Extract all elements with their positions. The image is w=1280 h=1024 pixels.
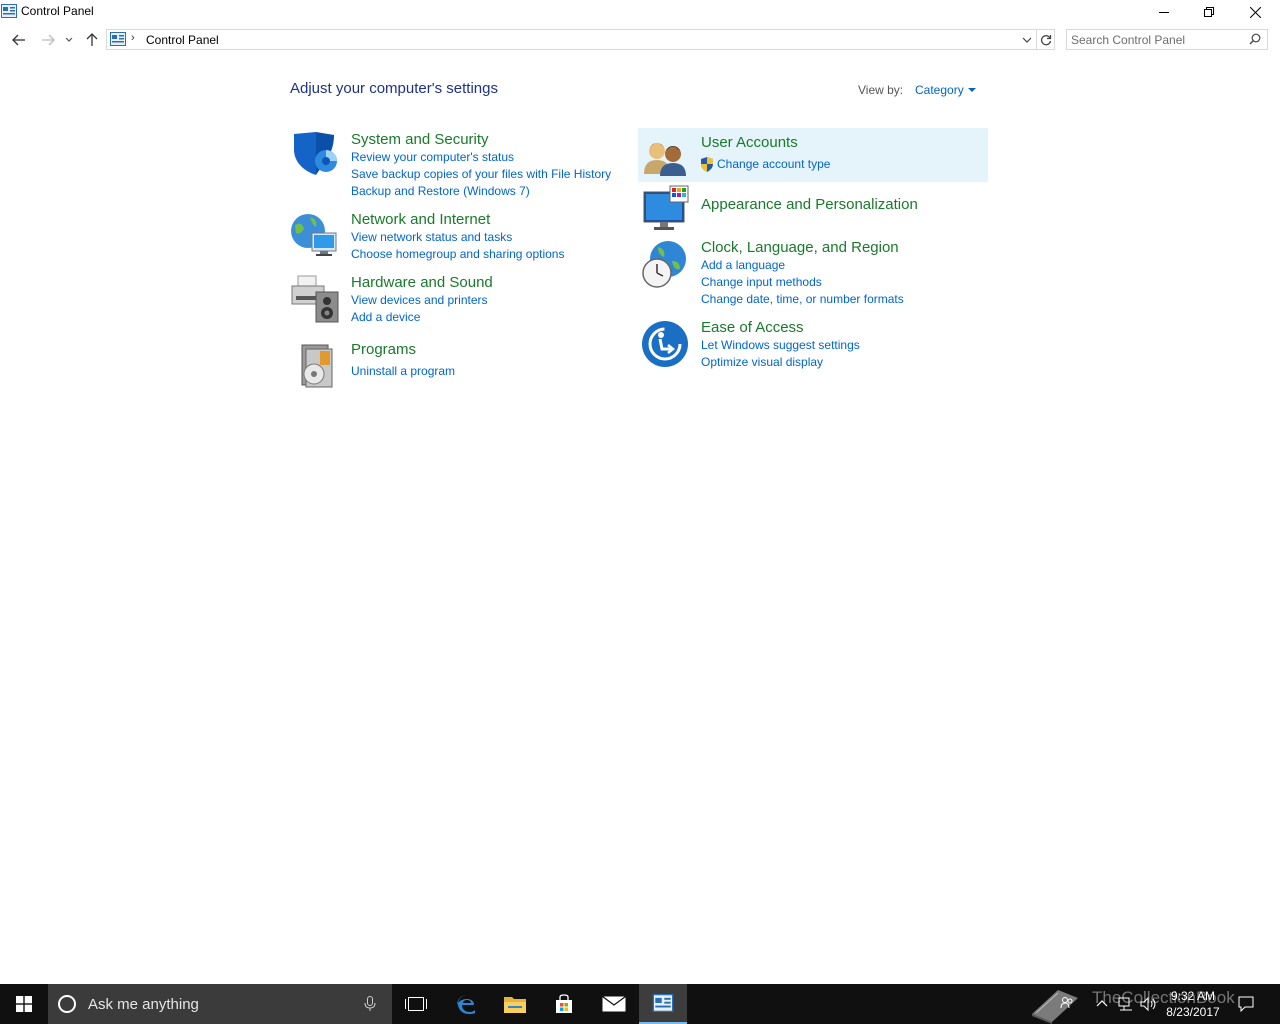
- taskbar: Ask me anything TheCollectionBook 9:32 A…: [0, 984, 1280, 1024]
- category-title[interactable]: Network and Internet: [351, 211, 490, 228]
- cortana-icon: [58, 995, 76, 1013]
- arrow-left-icon: [12, 34, 25, 46]
- ease-of-access-icon[interactable]: [640, 319, 690, 369]
- control-panel-icon: [652, 994, 674, 1012]
- close-button[interactable]: [1232, 0, 1278, 24]
- printer-speaker-icon[interactable]: [290, 274, 340, 324]
- category-title[interactable]: Clock, Language, and Region: [701, 239, 899, 256]
- arrow-right-icon: [42, 34, 55, 46]
- link-add-device[interactable]: Add a device: [351, 309, 488, 326]
- back-button[interactable]: [9, 30, 29, 50]
- forward-button[interactable]: [38, 30, 58, 50]
- link-optimize-visual[interactable]: Optimize visual display: [701, 354, 860, 371]
- restore-button[interactable]: [1186, 0, 1232, 24]
- task-view-icon: [405, 997, 427, 1011]
- link-devices-printers[interactable]: View devices and printers: [351, 292, 488, 309]
- category-title[interactable]: Appearance and Personalization: [701, 196, 918, 213]
- link-add-language[interactable]: Add a language: [701, 257, 904, 274]
- close-icon: [1249, 6, 1261, 18]
- volume-icon[interactable]: [1140, 996, 1158, 1012]
- network-globe-icon[interactable]: [290, 211, 340, 261]
- people-icon[interactable]: [1060, 996, 1074, 1010]
- clock-date: 8/23/2017: [1166, 1005, 1220, 1019]
- title-bar: Control Panel: [0, 0, 1280, 24]
- edge-icon: [457, 995, 475, 1014]
- file-explorer-button[interactable]: [491, 984, 539, 1024]
- link-suggest-settings[interactable]: Let Windows suggest settings: [701, 337, 860, 354]
- search-box[interactable]: [1066, 29, 1268, 50]
- cortana-search-box[interactable]: Ask me anything: [48, 984, 392, 1024]
- link-homegroup[interactable]: Choose homegroup and sharing options: [351, 246, 564, 263]
- category-title[interactable]: System and Security: [351, 131, 489, 148]
- search-icon[interactable]: [1249, 33, 1261, 45]
- refresh-button[interactable]: [1037, 29, 1055, 50]
- arrow-up-icon: [86, 33, 98, 46]
- uac-shield-icon: [701, 157, 713, 172]
- chevron-down-icon[interactable]: [1020, 33, 1034, 47]
- view-by-dropdown[interactable]: Category: [915, 83, 964, 97]
- chevron-up-icon[interactable]: [1096, 999, 1108, 1007]
- link-change-account-type[interactable]: Change account type: [717, 156, 830, 173]
- users-icon[interactable]: [640, 134, 690, 184]
- recent-locations-button[interactable]: [62, 30, 76, 50]
- breadcrumb-separator[interactable]: ›: [131, 32, 135, 44]
- clock-globe-icon[interactable]: [640, 239, 690, 289]
- breadcrumb[interactable]: Control Panel: [146, 33, 219, 47]
- task-view-button[interactable]: [392, 984, 440, 1024]
- control-panel-taskbar-button[interactable]: [639, 984, 687, 1024]
- link-uninstall-program[interactable]: Uninstall a program: [351, 363, 455, 380]
- caret-down-icon[interactable]: [968, 88, 976, 92]
- store-icon: [556, 994, 572, 1013]
- control-panel-icon: [1, 4, 17, 18]
- address-bar[interactable]: › Control Panel: [106, 29, 1037, 50]
- link-file-history[interactable]: Save backup copies of your files with Fi…: [351, 166, 611, 183]
- refresh-icon: [1040, 34, 1051, 45]
- window-title: Control Panel: [21, 4, 94, 18]
- page-title: Adjust your computer's settings: [290, 80, 498, 97]
- hover-highlight: [638, 128, 988, 182]
- programs-disc-icon[interactable]: [290, 341, 340, 391]
- shield-icon[interactable]: [290, 131, 340, 181]
- category-title[interactable]: Hardware and Sound: [351, 274, 493, 291]
- mail-button[interactable]: [590, 984, 638, 1024]
- control-panel-icon: [110, 32, 126, 46]
- category-title[interactable]: User Accounts: [701, 134, 798, 151]
- minimize-icon: [1159, 12, 1169, 13]
- file-explorer-icon: [504, 997, 526, 1013]
- system-clock[interactable]: 9:32 AM 8/23/2017: [1160, 988, 1226, 1020]
- cortana-placeholder[interactable]: Ask me anything: [88, 996, 199, 1013]
- category-title[interactable]: Programs: [351, 341, 416, 358]
- clock-time: 9:32 AM: [1170, 989, 1216, 1003]
- chevron-down-icon: [65, 37, 73, 42]
- start-button[interactable]: [0, 984, 48, 1024]
- search-input[interactable]: [1071, 32, 1241, 47]
- windows-logo-icon: [16, 996, 32, 1012]
- link-backup-restore[interactable]: Backup and Restore (Windows 7): [351, 183, 611, 200]
- network-icon[interactable]: [1118, 996, 1134, 1012]
- restore-icon: [1204, 7, 1214, 17]
- minimize-button[interactable]: [1141, 0, 1187, 24]
- monitor-palette-icon[interactable]: [640, 184, 690, 234]
- link-review-status[interactable]: Review your computer's status: [351, 149, 611, 166]
- link-network-status[interactable]: View network status and tasks: [351, 229, 564, 246]
- navigation-bar: › Control Panel: [0, 26, 1280, 54]
- up-button[interactable]: [82, 30, 102, 50]
- microphone-icon[interactable]: [364, 996, 376, 1012]
- mail-icon: [602, 996, 626, 1012]
- link-input-methods[interactable]: Change input methods: [701, 274, 904, 291]
- link-date-time-formats[interactable]: Change date, time, or number formats: [701, 291, 904, 308]
- edge-button[interactable]: [443, 984, 491, 1024]
- action-center-icon[interactable]: [1238, 996, 1254, 1012]
- category-title[interactable]: Ease of Access: [701, 319, 804, 336]
- store-button[interactable]: [540, 984, 588, 1024]
- view-by-label: View by:: [858, 83, 904, 97]
